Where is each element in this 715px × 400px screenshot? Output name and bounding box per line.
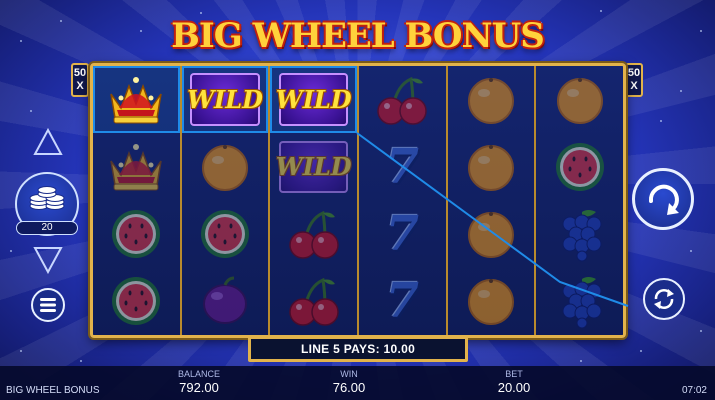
bottom-game-name: BIG WHEEL BONUS <box>6 385 100 396</box>
reel-cell-cherry <box>270 201 357 268</box>
crown-symbol <box>105 141 167 193</box>
win-message-text: LINE 5 PAYS: 10.00 <box>300 342 416 356</box>
reel-6 <box>536 66 623 335</box>
reel-2: WILD <box>181 66 271 335</box>
cherry-symbol <box>285 274 343 328</box>
triangle-down-icon <box>33 247 63 275</box>
game-title: BIG WHEEL BONUS <box>171 16 545 56</box>
bet-decrease-button[interactable] <box>33 246 63 275</box>
reel-cell-seven: 7 <box>359 133 446 200</box>
orange-symbol <box>464 140 518 194</box>
grapes-symbol <box>552 206 608 262</box>
win-value: 76.00 <box>332 380 366 395</box>
cherry-symbol <box>285 207 343 261</box>
reel-cell-cherry <box>359 66 446 133</box>
reel-cell-watermelon <box>536 133 623 200</box>
bet-label: BET <box>505 369 523 379</box>
wild-symbol: WILD <box>187 73 263 126</box>
bet-increase-button[interactable] <box>33 127 63 156</box>
wild-label: WILD <box>187 85 263 115</box>
grapes-symbol <box>552 273 608 329</box>
reel-cell-crown <box>93 66 180 134</box>
menu-button[interactable] <box>31 288 65 322</box>
reels-grid: WILD WILD WILD 7 7 7 <box>93 66 623 335</box>
orange-symbol <box>464 73 518 127</box>
reel-cell-wild: WILD <box>270 133 357 200</box>
orange-symbol <box>198 140 252 194</box>
reel-cell-orange <box>448 268 535 335</box>
reel-cell-orange <box>536 66 623 133</box>
reel-cell-wild: WILD <box>181 66 269 134</box>
reel-cell-cherry <box>270 268 357 335</box>
reel-cell-orange <box>448 66 535 133</box>
reel-cell-wild: WILD <box>270 66 358 134</box>
hamburger-menu-icon <box>40 298 56 312</box>
reel-1 <box>93 66 182 335</box>
reel-4: 7 7 7 <box>359 66 448 335</box>
win-message-banner: LINE 5 PAYS: 10.00 <box>248 336 468 362</box>
balance-display: BALANCE 792.00 <box>159 369 239 395</box>
spin-arrow-icon <box>648 184 679 215</box>
win-display: WIN 76.00 <box>309 369 389 395</box>
wild-symbol: WILD <box>276 73 352 126</box>
multiplier-badge-right: 50 X <box>625 63 643 97</box>
bet-level-value: 20 <box>16 221 78 235</box>
crown-symbol <box>105 74 167 126</box>
multiplier-right-text: 50 X <box>627 67 641 92</box>
bottom-status-bar: BIG WHEEL BONUS BALANCE 792.00 WIN 76.00… <box>0 366 715 400</box>
orange-symbol <box>464 207 518 261</box>
multiplier-left-text: 50 X <box>73 67 87 92</box>
orange-symbol <box>464 274 518 328</box>
reel-cell-watermelon <box>182 201 269 268</box>
reel-cell-watermelon <box>93 201 180 268</box>
reel-cell-orange <box>448 133 535 200</box>
reel-5 <box>447 66 537 335</box>
reel-cell-orange <box>182 133 269 200</box>
reel-3: WILD WILD <box>270 66 360 335</box>
autoplay-arrows-icon <box>654 289 674 309</box>
reel-cell-plum <box>182 268 269 335</box>
wild-symbol: WILD <box>276 140 352 194</box>
reel-cell-seven: 7 <box>359 201 446 268</box>
seven-symbol: 7 <box>385 138 420 195</box>
autoplay-button[interactable] <box>643 278 685 320</box>
orange-symbol <box>553 73 607 127</box>
clock: 07:02 <box>681 385 707 396</box>
reel-cell-grapes <box>536 268 623 335</box>
spin-button[interactable] <box>632 168 694 230</box>
balance-label: BALANCE <box>177 369 221 379</box>
plum-symbol <box>198 274 252 328</box>
reel-cell-seven: 7 <box>359 268 446 335</box>
wild-label: WILD <box>275 152 352 182</box>
watermelon-symbol <box>108 273 164 329</box>
bet-value: 20.00 <box>497 380 531 395</box>
triangle-up-icon <box>33 127 63 155</box>
bet-display: BET 20.00 <box>474 369 554 395</box>
reel-cell-crown <box>93 133 180 200</box>
balance-value: 792.00 <box>179 380 219 395</box>
multiplier-badge-left: 50 X <box>71 63 89 97</box>
reel-cell-watermelon <box>93 268 180 335</box>
watermelon-symbol <box>108 206 164 262</box>
watermelon-symbol <box>197 206 253 262</box>
cherry-symbol <box>373 73 431 127</box>
wild-label: WILD <box>275 85 352 115</box>
watermelon-symbol <box>552 139 608 195</box>
coin-stack-icon <box>29 186 65 210</box>
reel-cell-grapes <box>536 201 623 268</box>
win-label: WIN <box>340 369 358 379</box>
seven-symbol: 7 <box>385 206 420 263</box>
reel-cell-orange <box>448 201 535 268</box>
reel-frame: WILD WILD WILD 7 7 7 <box>90 63 626 338</box>
seven-symbol: 7 <box>385 273 420 330</box>
